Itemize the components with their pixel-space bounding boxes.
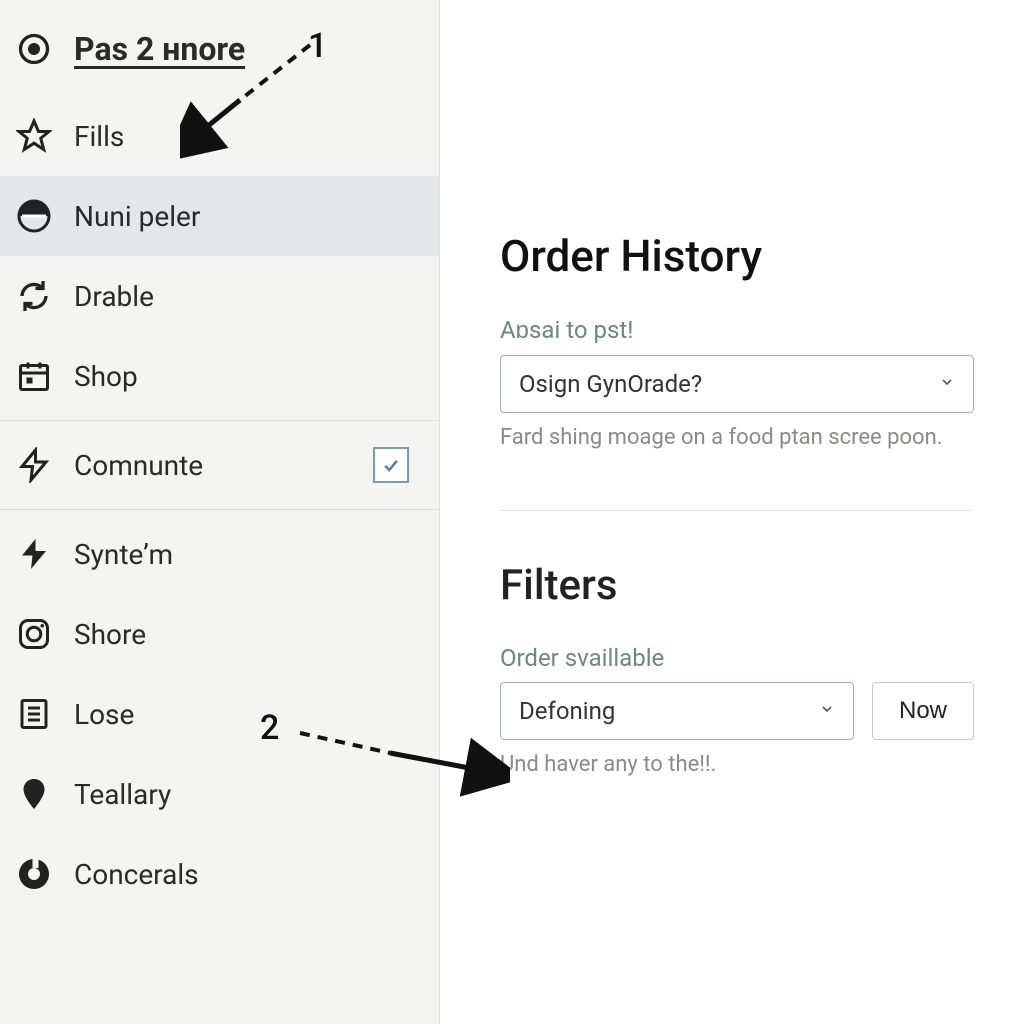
- target-icon: [16, 31, 52, 67]
- sidebar-item-shore[interactable]: Shore: [0, 594, 439, 674]
- sidebar-item-label: Drable: [74, 280, 419, 313]
- sidebar-item-concerals[interactable]: Concerals: [0, 834, 439, 914]
- bolt-icon: [16, 536, 52, 572]
- sidebar-title-row[interactable]: Pas 2 нnore: [0, 20, 439, 96]
- sidebar-item-label: Lose: [74, 698, 419, 731]
- now-button[interactable]: Now: [872, 682, 974, 740]
- sidebar-item-nuni-peler[interactable]: Nuni peler: [0, 176, 439, 256]
- chevron-down-icon: [939, 374, 955, 395]
- sidebar-item-label: Fills: [74, 120, 419, 153]
- sidebar-title: Pas 2 нnore: [74, 30, 419, 68]
- sidebar-item-label: Nuni peler: [74, 200, 419, 233]
- order-history-help: Fard shing moage on a food ptan scree po…: [500, 425, 974, 450]
- calendar-icon: [16, 358, 52, 394]
- star-icon: [16, 118, 52, 154]
- filters-field-label: Order svaillable: [500, 644, 974, 672]
- sidebar-item-drable[interactable]: Drable: [0, 256, 439, 336]
- filters-title: Filters: [500, 561, 974, 610]
- sidebar-item-comnunte[interactable]: Comnunte: [0, 425, 439, 505]
- annotation-label-1: 1: [308, 26, 327, 66]
- bolt-outline-icon: [16, 447, 52, 483]
- sidebar-divider: [0, 509, 439, 510]
- sidebar-item-syntem[interactable]: Synteʼm: [0, 514, 439, 594]
- filters-select[interactable]: Defoning: [500, 682, 854, 740]
- sidebar-checkbox[interactable]: [373, 447, 409, 483]
- select-value: Osign GynOrade?: [519, 370, 702, 398]
- sidebar-item-label: Shore: [74, 618, 419, 651]
- filters-help: Und haver any to the!!.: [500, 752, 974, 777]
- donut-icon: [16, 856, 52, 892]
- main-panel: Order History Aɒsai to pst! Osign GynOra…: [440, 0, 1024, 1024]
- pin-icon: [16, 776, 52, 812]
- sidebar-item-teallary[interactable]: Teallary: [0, 754, 439, 834]
- circle-split-icon: [16, 198, 52, 234]
- order-history-title: Order History: [500, 230, 974, 282]
- chevron-down-icon: [819, 701, 835, 722]
- sidebar: Pas 2 нnore Fills Nuni peler Drable: [0, 0, 440, 1024]
- annotation-label-2: 2: [260, 708, 279, 748]
- sidebar-item-fills[interactable]: Fills: [0, 96, 439, 176]
- sidebar-divider: [0, 420, 439, 421]
- select-value: Defoning: [519, 697, 615, 725]
- camera-square-icon: [16, 616, 52, 652]
- sidebar-item-label: Shop: [74, 360, 419, 393]
- order-history-field-label: Aɒsai to pst!: [500, 316, 974, 345]
- sidebar-item-label: Teallary: [74, 778, 419, 811]
- sidebar-item-label: Comnunte: [74, 449, 351, 482]
- section-divider: [500, 510, 974, 511]
- refresh-icon: [16, 278, 52, 314]
- sidebar-item-shop[interactable]: Shop: [0, 336, 439, 416]
- list-box-icon: [16, 696, 52, 732]
- sidebar-item-label: Concerals: [74, 858, 419, 891]
- sidebar-item-lose[interactable]: Lose: [0, 674, 439, 754]
- order-history-select[interactable]: Osign GynOrade?: [500, 355, 974, 413]
- sidebar-item-label: Synteʼm: [74, 538, 419, 571]
